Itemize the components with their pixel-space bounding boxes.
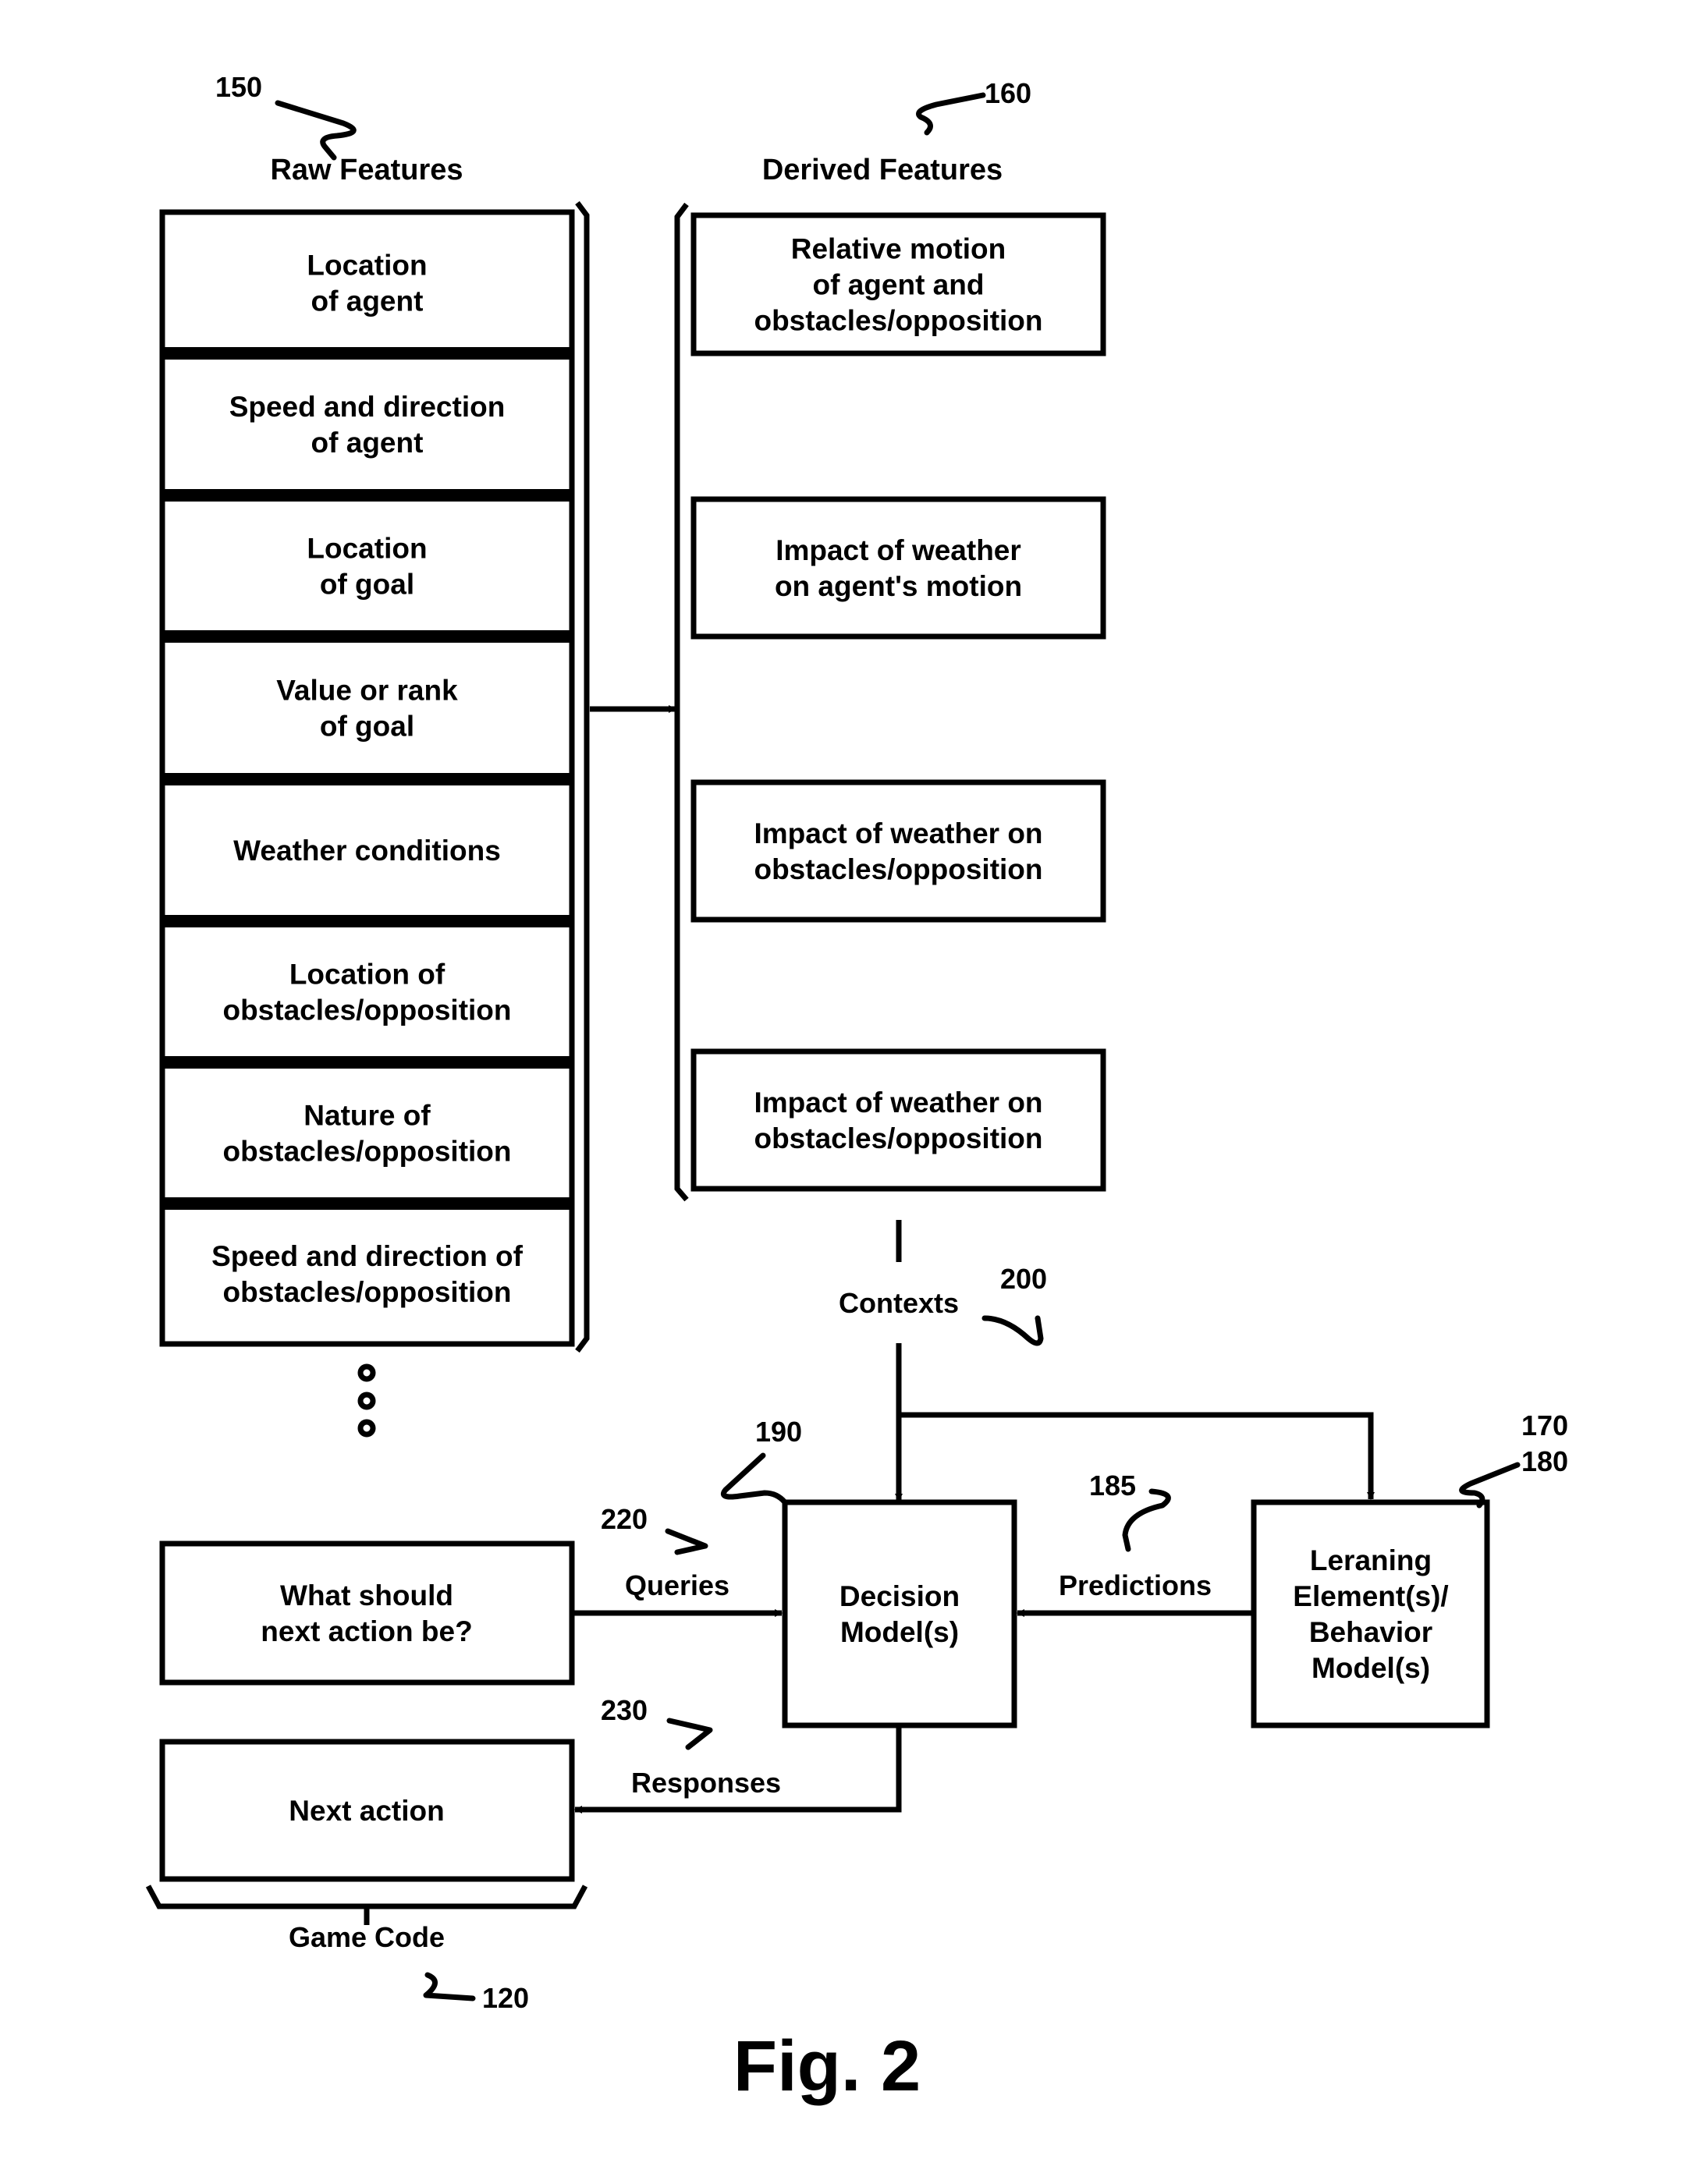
raw-feature-divider (162, 773, 572, 785)
next-action-label: Next action (289, 1795, 444, 1827)
contexts-label: Contexts (839, 1287, 959, 1319)
raw-features-list: Location of agent Speed and direction of ag… (159, 209, 575, 1347)
ref-150: 150 (215, 71, 262, 103)
derived-feature-label-line: Impact of weather (776, 534, 1021, 566)
ref-160-leader (916, 92, 986, 136)
decision-model-label-line: Decision (839, 1580, 960, 1612)
learning-model-label-line: Behavior (1309, 1616, 1432, 1648)
ref-120-leader (423, 1972, 476, 2001)
derived-feature-label-line: Impact of weather on (754, 817, 1042, 849)
derived-feature-label-line: of agent and (813, 268, 985, 300)
ref-190-leader (720, 1452, 788, 1505)
ellipsis-dots (357, 1363, 376, 1438)
ref-200: 200 (1000, 1263, 1047, 1295)
derived-feature-box (690, 1048, 1106, 1192)
ref-200-leader (981, 1315, 1044, 1346)
next-action-label-line: Next action (289, 1795, 444, 1827)
ref-220: 220 (601, 1503, 648, 1535)
ref-170: 170 (1521, 1409, 1568, 1441)
raw-feature-label-line: Value or rank (276, 674, 458, 706)
raw-feature-label-line: Speed and direction of (211, 1240, 523, 1272)
ref-230-leader (666, 1718, 713, 1750)
raw-feature-label-line: of goal (320, 568, 414, 600)
predictions-label: Predictions (1059, 1569, 1212, 1601)
raw-feature-label-line: Location of (289, 958, 445, 990)
ref-120: 120 (482, 1982, 529, 2014)
raw-feature-label-line: Location (307, 249, 427, 281)
derived-feature-label-line: on agent's motion (775, 570, 1022, 602)
raw-feature-label-line: of goal (320, 710, 414, 742)
raw-feature-label-line: of agent (311, 285, 424, 317)
learning-model-label-line: Leraning (1310, 1544, 1432, 1576)
derived-feature-label-line: obstacles/opposition (754, 1122, 1042, 1154)
raw-feature-divider (162, 915, 572, 927)
derived-feature-label-line: obstacles/opposition (754, 853, 1042, 885)
derived-feature-label-line: Relative motion (791, 232, 1006, 264)
raw-feature-divider (162, 630, 572, 643)
figure-title: Fig. 2 (733, 2026, 921, 2106)
query-box-label-line: next action be? (261, 1615, 472, 1647)
game-code-label: Game Code (289, 1921, 445, 1953)
derived-feature-item: Impact of weather on agent's motion (690, 496, 1106, 640)
ref-160: 160 (985, 77, 1031, 109)
patent-figure: 150 Raw Features 160 Derived Features Lo… (145, 71, 1568, 2106)
raw-feature-label-line: obstacles/opposition (222, 1135, 511, 1167)
derived-feature-box (690, 496, 1106, 640)
game-code-bracket (145, 1884, 588, 1909)
query-box (159, 1540, 575, 1686)
raw-feature-divider (162, 1056, 572, 1069)
derived-feature-item: Impact of weather onobstacles/opposition (690, 1048, 1106, 1192)
derived-feature-item: Impact of weather on obstacles/opposition (690, 779, 1106, 923)
ref-150-leader (275, 100, 357, 161)
queries-label: Queries (625, 1569, 729, 1601)
raw-feature-divider (162, 1197, 572, 1210)
query-box-label-line: What should (280, 1580, 453, 1611)
raw-feature-label-line: obstacles/opposition (222, 994, 511, 1026)
raw-feature-label-line: Nature of (303, 1099, 431, 1131)
decision-model-label-line: Model(s) (840, 1616, 959, 1648)
raw-features-heading: Raw Features (270, 154, 463, 186)
ref-180: 180 (1521, 1445, 1568, 1477)
learning-model-box (1251, 1499, 1490, 1728)
ref-170-180-leader (1459, 1462, 1521, 1509)
responses-label: Responses (631, 1767, 781, 1799)
raw-feature-divider (162, 489, 572, 502)
derived-features-list: Relative motion of agent and obstacles/opp… (690, 212, 1106, 1192)
raw-features-bracket (575, 200, 590, 1353)
derived-feature-item: Relative motion of agent and obstacles/opp… (690, 212, 1106, 356)
derived-features-heading: Derived Features (762, 154, 1003, 186)
decision-model-box (782, 1499, 1017, 1728)
ref-230: 230 (601, 1694, 648, 1726)
raw-feature-label-line: of agent (311, 427, 424, 459)
derived-feature-label-line: Impact of weather on (754, 1087, 1042, 1119)
raw-feature-label-line: Location (307, 532, 427, 564)
learning-model-label-line: Element(s)/ (1293, 1580, 1448, 1612)
raw-feature-label-line: Speed and direction (229, 391, 506, 423)
derived-feature-box (690, 779, 1106, 923)
raw-feature-divider (162, 347, 572, 360)
raw-feature-label-line: Weather conditions (233, 835, 501, 867)
raw-feature-label-line: obstacles/opposition (222, 1276, 511, 1308)
ref-185: 185 (1089, 1470, 1136, 1502)
learning-model-label-line: Model(s) (1312, 1652, 1430, 1684)
ref-220-leader (665, 1528, 708, 1555)
ref-190: 190 (755, 1416, 802, 1448)
derived-feature-label-line: obstacles/opposition (754, 304, 1042, 336)
derived-features-bracket (674, 202, 689, 1202)
